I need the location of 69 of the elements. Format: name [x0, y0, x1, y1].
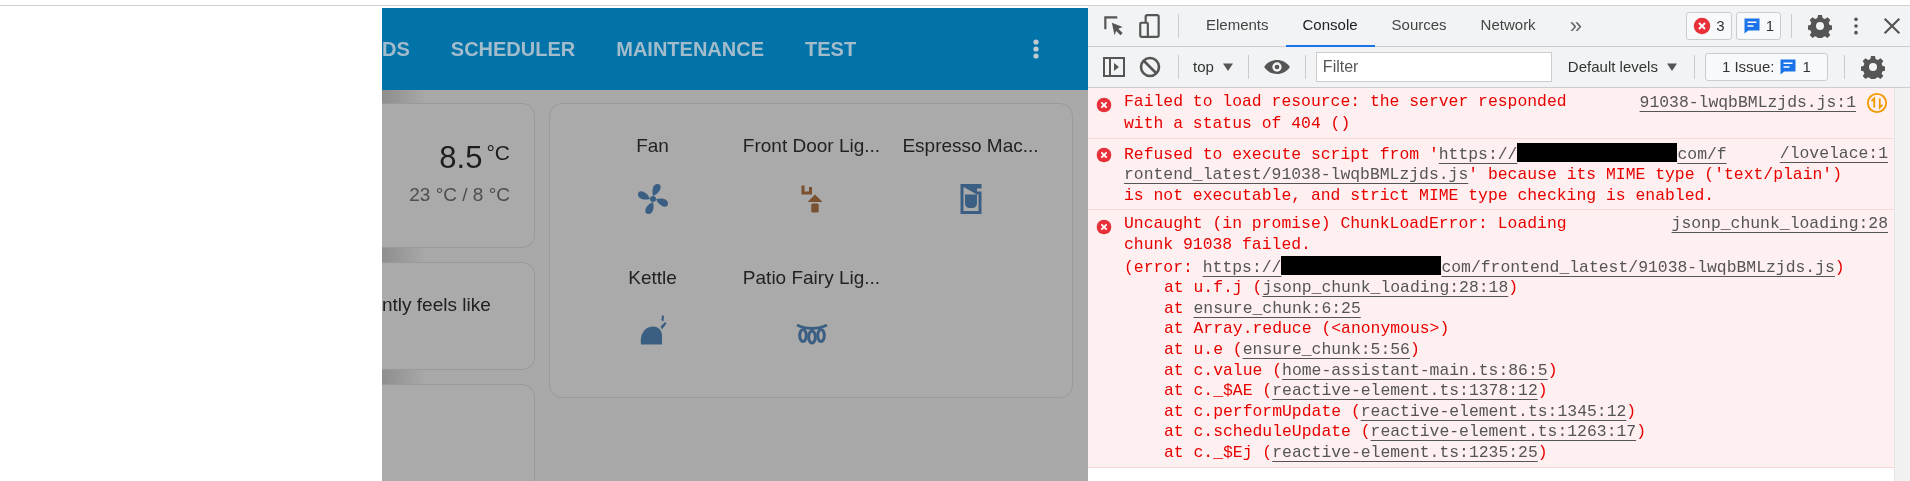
filter-field[interactable]: Filter — [1315, 52, 1552, 82]
message-icon — [1742, 17, 1761, 35]
link[interactable]: reactive-element.ts:1378:12 — [1272, 381, 1538, 401]
link[interactable]: reactive-element.ts:1235:25 — [1272, 442, 1538, 462]
tab[interactable]: Elements — [1189, 5, 1286, 47]
message-icon — [1779, 58, 1798, 76]
clear-icon[interactable] — [1138, 55, 1162, 79]
message-text: with a status of 404 () — [1124, 114, 1352, 135]
settings-icon[interactable] — [1808, 14, 1832, 38]
link[interactable]: https:// — [1202, 257, 1282, 277]
tab[interactable]: Console — [1285, 5, 1375, 47]
link[interactable]: home-assistant-main.ts:86:5 — [1282, 360, 1548, 380]
device-icon[interactable] — [1137, 13, 1163, 39]
entity-name[interactable]: Front Door Lig... — [742, 132, 881, 161]
temperature-value: 8.5 — [439, 140, 483, 175]
caret-icon — [1665, 61, 1678, 73]
message-text: is not executable, and strict MIME type checking is enabled. — [1124, 185, 1716, 207]
message-text: rontend_latest/91038-lwqbBMLzjds.js' because its MIME type ('text/plain') — [1124, 165, 1844, 186]
forecast-text: ntly feels like — [382, 293, 492, 317]
stack-frame: at c._$AE (reactive-element.ts:1378:12) — [1124, 381, 1888, 402]
link[interactable]: jsonp_chunk_loading:28:18 — [1262, 278, 1509, 298]
forecast-card[interactable]: ntly feels like — [382, 262, 535, 370]
link[interactable]: ensure_chunk:6:25 — [1193, 298, 1361, 318]
stack-frame: at u.f.j (jsonp_chunk_loading:28:18) — [1124, 278, 1888, 299]
log-levels-dropdown[interactable]: Default levels — [1567, 55, 1678, 79]
close-icon[interactable] — [1881, 15, 1903, 37]
entity-name[interactable]: Kettle — [628, 264, 677, 293]
caret-icon — [1221, 61, 1234, 73]
source-link[interactable]: /lovelace:1 — [1779, 143, 1888, 165]
scrollbar[interactable] — [1894, 88, 1910, 481]
tab[interactable]: Network — [1463, 5, 1553, 47]
stack-frame: at c.value (home-assistant-main.ts:86:5) — [1124, 360, 1888, 382]
entity-name[interactable]: Patio Fairy Lig... — [742, 264, 881, 293]
message-text: Refused to execute script from 'https:// com/f — [1124, 142, 1727, 166]
entity-name[interactable]: Fan — [636, 132, 669, 161]
source-link[interactable]: jsonp_chunk_loading:28 — [1671, 214, 1888, 235]
source-link[interactable]: 91038-lwqbBMLzjds.js:1 — [1639, 92, 1856, 114]
message-text: chunk 91038 failed. — [1124, 234, 1312, 256]
tab[interactable]: Sources — [1374, 5, 1464, 47]
error-icon — [1096, 219, 1112, 236]
link[interactable]: com/frontend_latest/91038-lwqbBMLzjds.js — [1441, 257, 1835, 277]
stack-frame: at ensure_chunk:6:25 — [1124, 298, 1888, 320]
settings-icon[interactable] — [1860, 55, 1885, 79]
issues-button[interactable]: 1 Issue: 1 — [1704, 53, 1828, 81]
link[interactable]: reactive-element.ts:1263:17 — [1370, 422, 1637, 442]
high-low-temperature: 23 °C / 8 °C — [408, 183, 510, 207]
error-icon — [1096, 147, 1112, 164]
temperature-unit: °C — [486, 141, 510, 164]
message-text: Failed to load resource: the server responded — [1124, 92, 1567, 113]
stack-frame: at c.scheduleUpdate (reactive-element.ts:1263:17) — [1124, 422, 1888, 443]
entity-name[interactable]: Espresso Mac... — [902, 132, 1039, 161]
link[interactable]: com/f — [1677, 144, 1727, 164]
stack-frame: at c.performUpdate (reactive-element.ts:1345:12) — [1124, 401, 1888, 423]
stack-frame: at Array.reduce (<anonymous>) — [1124, 319, 1888, 340]
message-count-button[interactable]: 1 — [1735, 12, 1781, 40]
message-text: Uncaught (in promise) ChunkLoadError: Loading — [1124, 214, 1567, 235]
message-text: (error: https:// com/frontend_latest/91038-lwqbBMLzjds.js) — [1124, 255, 1846, 279]
link[interactable]: reactive-element.ts:1345:12 — [1360, 401, 1627, 421]
more-tabs-button[interactable]: » — [1552, 5, 1599, 47]
context-dropdown[interactable]: top — [1189, 55, 1238, 79]
error-icon — [1096, 96, 1112, 113]
stack-frame: at u.e (ensure_chunk:5:56) — [1124, 339, 1888, 361]
sidebar-icon[interactable] — [1102, 55, 1126, 79]
error-count-button[interactable]: 3 — [1686, 12, 1732, 40]
link[interactable]: https:// — [1438, 144, 1518, 164]
stack-frame: at c._$Ej (reactive-element.ts:1235:25) — [1124, 442, 1888, 464]
link[interactable]: ensure_chunk:5:56 — [1242, 339, 1410, 359]
link[interactable]: rontend_latest/91038-lwqbBMLzjds.js — [1124, 165, 1469, 185]
error-icon — [1693, 17, 1712, 35]
